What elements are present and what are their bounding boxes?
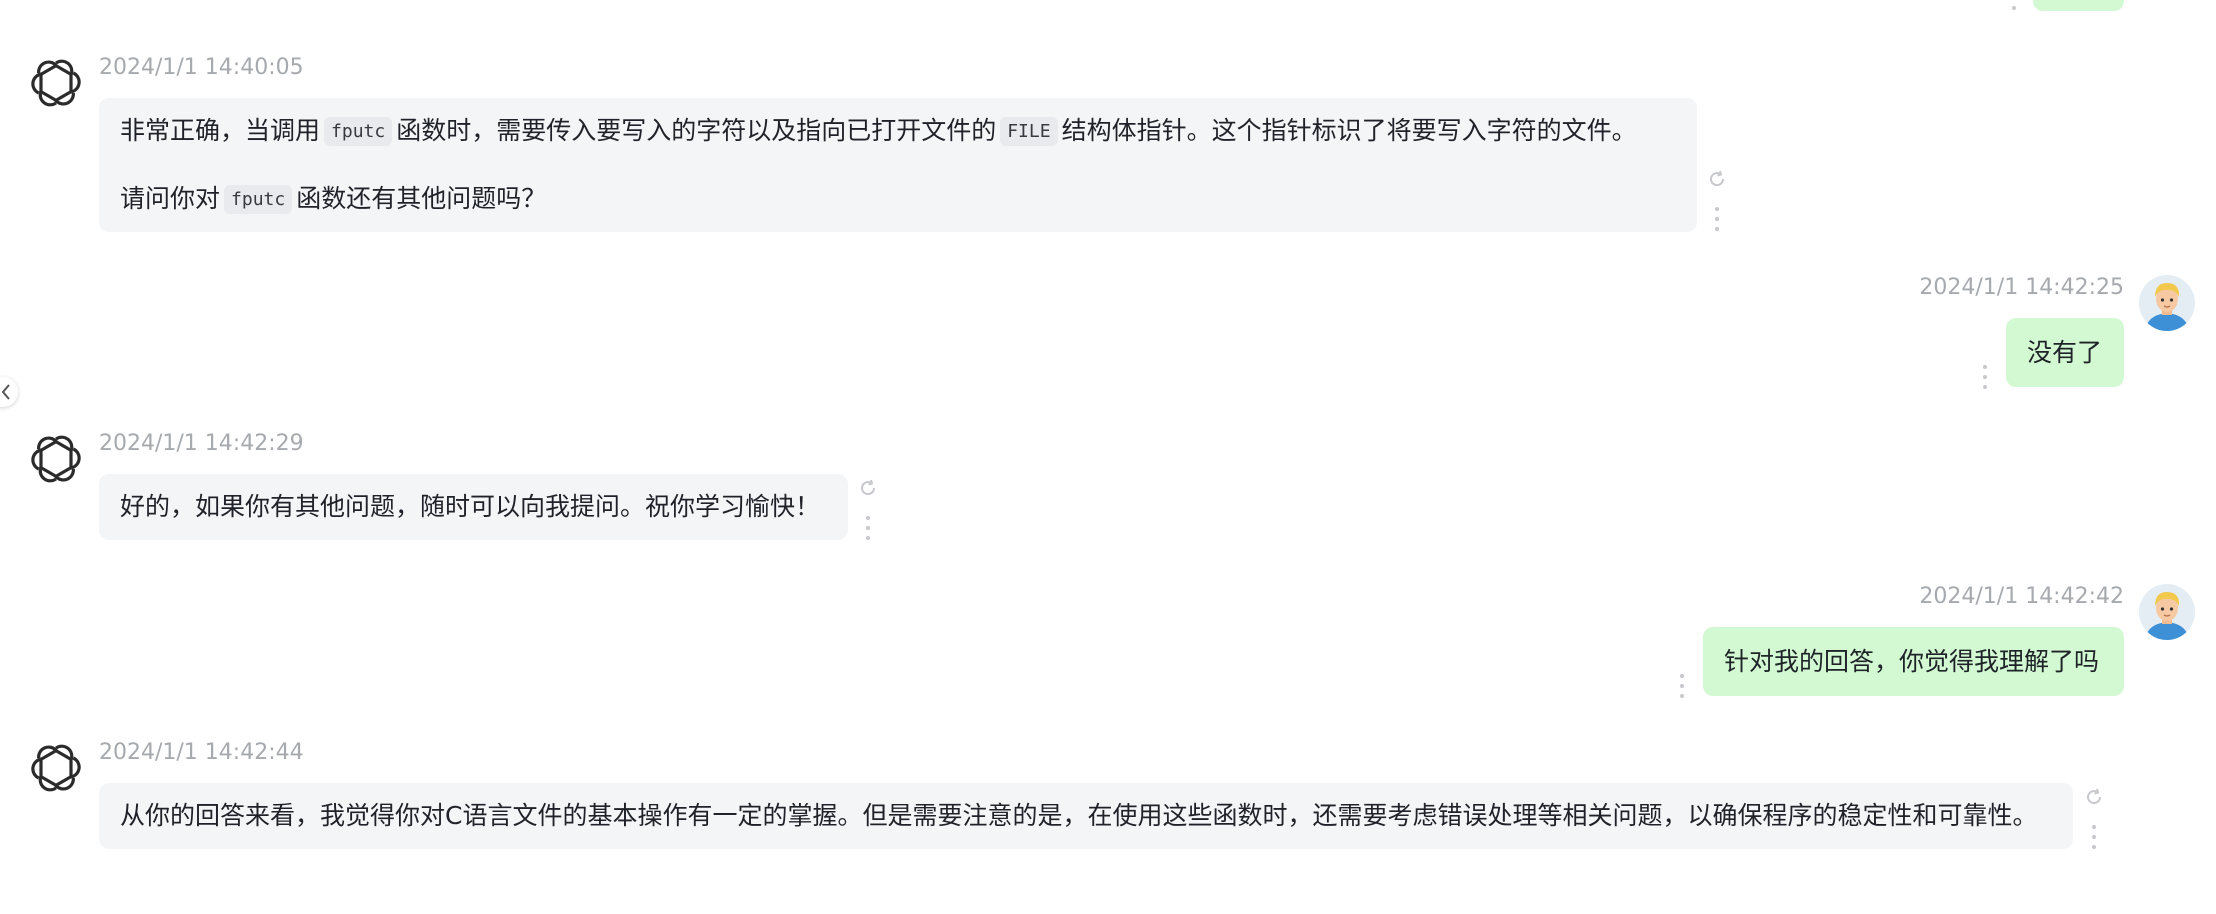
- more-options-button[interactable]: [864, 516, 872, 540]
- message-paragraph: 非常正确，当调用 fputc 函数时，需要传入要写入的字符以及指向已打开文件的 FIL…: [120, 113, 1676, 150]
- message-timestamp: 2024/1/1 14:42:29: [99, 431, 304, 456]
- refresh-icon: [1710, 170, 1725, 187]
- message-text: 结构体指针。这个指针标识了将要写入字符的文件。: [1061, 116, 1637, 145]
- openai-logo-icon: [31, 744, 81, 792]
- inline-code: FILE: [1000, 117, 1058, 146]
- regenerate-button[interactable]: [2083, 786, 2105, 808]
- inline-code: fputc: [224, 185, 293, 214]
- openai-logo-icon: [31, 435, 81, 483]
- chat-container: 2024/1/1 14:40:05 非常正确，当调用 fputc 函数时，需要传入要…: [0, 0, 2216, 914]
- user-avatar-icon: [2139, 584, 2195, 640]
- refresh-icon: [2087, 788, 2102, 805]
- more-options-button[interactable]: [2090, 825, 2098, 849]
- message-paragraph: 请问你对 fputc 函数还有其他问题吗？: [120, 181, 1676, 218]
- more-options-button[interactable]: [1713, 207, 1721, 231]
- message-text: 请问你对: [120, 184, 221, 213]
- message-text: 非常正确，当调用: [120, 116, 321, 145]
- more-options-button[interactable]: [1678, 674, 1686, 698]
- more-options-button[interactable]: [2010, 0, 2018, 10]
- user-message-bubble: 没有了: [2006, 318, 2124, 387]
- openai-logo-icon: [31, 59, 81, 107]
- user-message-bubble-partial: [2033, 0, 2124, 11]
- message-timestamp: 2024/1/1 14:42:44: [99, 740, 304, 765]
- message-timestamp: 2024/1/1 14:40:05: [99, 55, 304, 80]
- user-avatar-icon: [2139, 275, 2195, 331]
- chevron-left-icon: [1, 384, 10, 400]
- message-text: 函数还有其他问题吗？: [296, 184, 547, 213]
- regenerate-button[interactable]: [1706, 168, 1728, 190]
- sidebar-collapse-button[interactable]: [0, 377, 18, 407]
- refresh-icon: [861, 479, 876, 496]
- inline-code: fputc: [324, 117, 393, 146]
- user-message-bubble: 针对我的回答，你觉得我理解了吗: [1703, 627, 2124, 696]
- assistant-message-bubble: 非常正确，当调用 fputc 函数时，需要传入要写入的字符以及指向已打开文件的 FIL…: [99, 98, 1697, 232]
- regenerate-button[interactable]: [857, 477, 879, 499]
- message-text: 函数时，需要传入要写入的字符以及指向已打开文件的: [396, 116, 997, 145]
- assistant-message-bubble: 好的，如果你有其他问题，随时可以向我提问。祝你学习愉快！: [99, 474, 848, 540]
- more-options-button[interactable]: [1981, 365, 1989, 389]
- assistant-message-bubble: 从你的回答来看，我觉得你对C语言文件的基本操作有一定的掌握。但是需要注意的是，在…: [99, 783, 2073, 849]
- message-timestamp: 2024/1/1 14:42:25: [1919, 275, 2124, 300]
- message-timestamp: 2024/1/1 14:42:42: [1919, 584, 2124, 609]
